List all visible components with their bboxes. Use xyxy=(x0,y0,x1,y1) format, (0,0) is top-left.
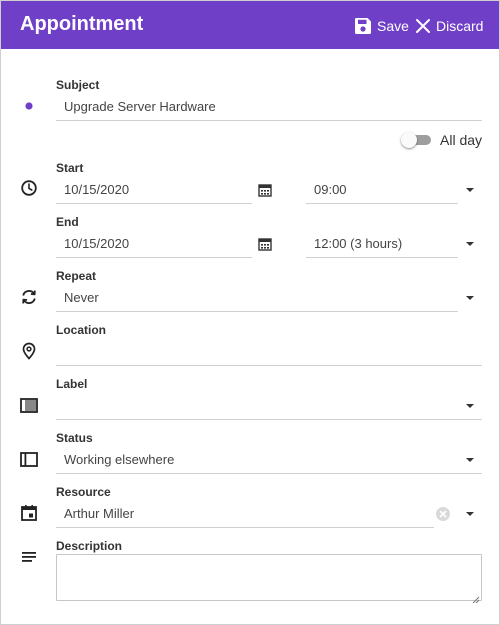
end-time-input[interactable]: 12:00 (3 hours) xyxy=(306,232,458,258)
label-swatch-icon xyxy=(20,397,38,415)
discard-button[interactable]: Discard xyxy=(415,15,483,37)
start-label: Start xyxy=(56,161,84,175)
status-panel-icon xyxy=(20,451,38,469)
location-input[interactable] xyxy=(56,340,482,366)
subject-label: Subject xyxy=(56,78,100,92)
chevron-down-icon[interactable] xyxy=(465,185,475,195)
start-date-input[interactable]: 10/15/2020 xyxy=(56,178,252,204)
subject-input[interactable]: Upgrade Server Hardware xyxy=(56,95,482,121)
start-time-input[interactable]: 09:00 xyxy=(306,178,458,204)
resize-grip-icon[interactable] xyxy=(472,591,480,604)
end-label: End xyxy=(56,215,79,229)
appointment-dialog: Appointment Save Discard Subject Upgrade… xyxy=(0,0,500,625)
chevron-down-icon[interactable] xyxy=(465,239,475,249)
refresh-icon xyxy=(20,288,38,306)
floppy-disk-icon xyxy=(354,17,372,35)
resource-select[interactable]: Arthur Miller xyxy=(56,502,434,528)
calendar-icon xyxy=(20,504,38,522)
dot-icon xyxy=(20,97,38,115)
clock-icon xyxy=(20,179,38,197)
lines-icon xyxy=(20,549,38,567)
clear-icon[interactable] xyxy=(436,507,450,521)
location-label: Location xyxy=(56,323,106,337)
map-pin-icon xyxy=(20,342,38,360)
close-icon xyxy=(415,18,431,34)
save-button[interactable]: Save xyxy=(354,15,409,37)
start-date-picker-icon[interactable] xyxy=(258,183,272,197)
toggle-knob xyxy=(401,132,417,148)
repeat-select[interactable]: Never xyxy=(56,286,458,312)
description-label: Description xyxy=(56,539,123,553)
all-day-label: All day xyxy=(440,132,483,148)
end-date-input[interactable]: 10/15/2020 xyxy=(56,232,252,258)
label-select[interactable] xyxy=(56,394,482,420)
discard-label: Discard xyxy=(436,18,484,34)
chevron-down-icon[interactable] xyxy=(465,401,475,411)
status-select[interactable]: Working elsewhere xyxy=(56,448,482,474)
resource-label: Resource xyxy=(56,485,111,499)
repeat-label: Repeat xyxy=(56,269,97,283)
dialog-header: Appointment Save Discard xyxy=(1,1,499,49)
chevron-down-icon[interactable] xyxy=(465,509,475,519)
label-field-label: Label xyxy=(56,377,88,391)
chevron-down-icon[interactable] xyxy=(465,455,475,465)
chevron-down-icon[interactable] xyxy=(465,293,475,303)
dialog-title: Appointment xyxy=(20,13,144,35)
save-label: Save xyxy=(377,18,409,34)
description-textarea[interactable] xyxy=(56,554,482,604)
status-label: Status xyxy=(56,431,93,445)
all-day-toggle[interactable] xyxy=(401,132,433,148)
end-date-picker-icon[interactable] xyxy=(258,237,272,251)
